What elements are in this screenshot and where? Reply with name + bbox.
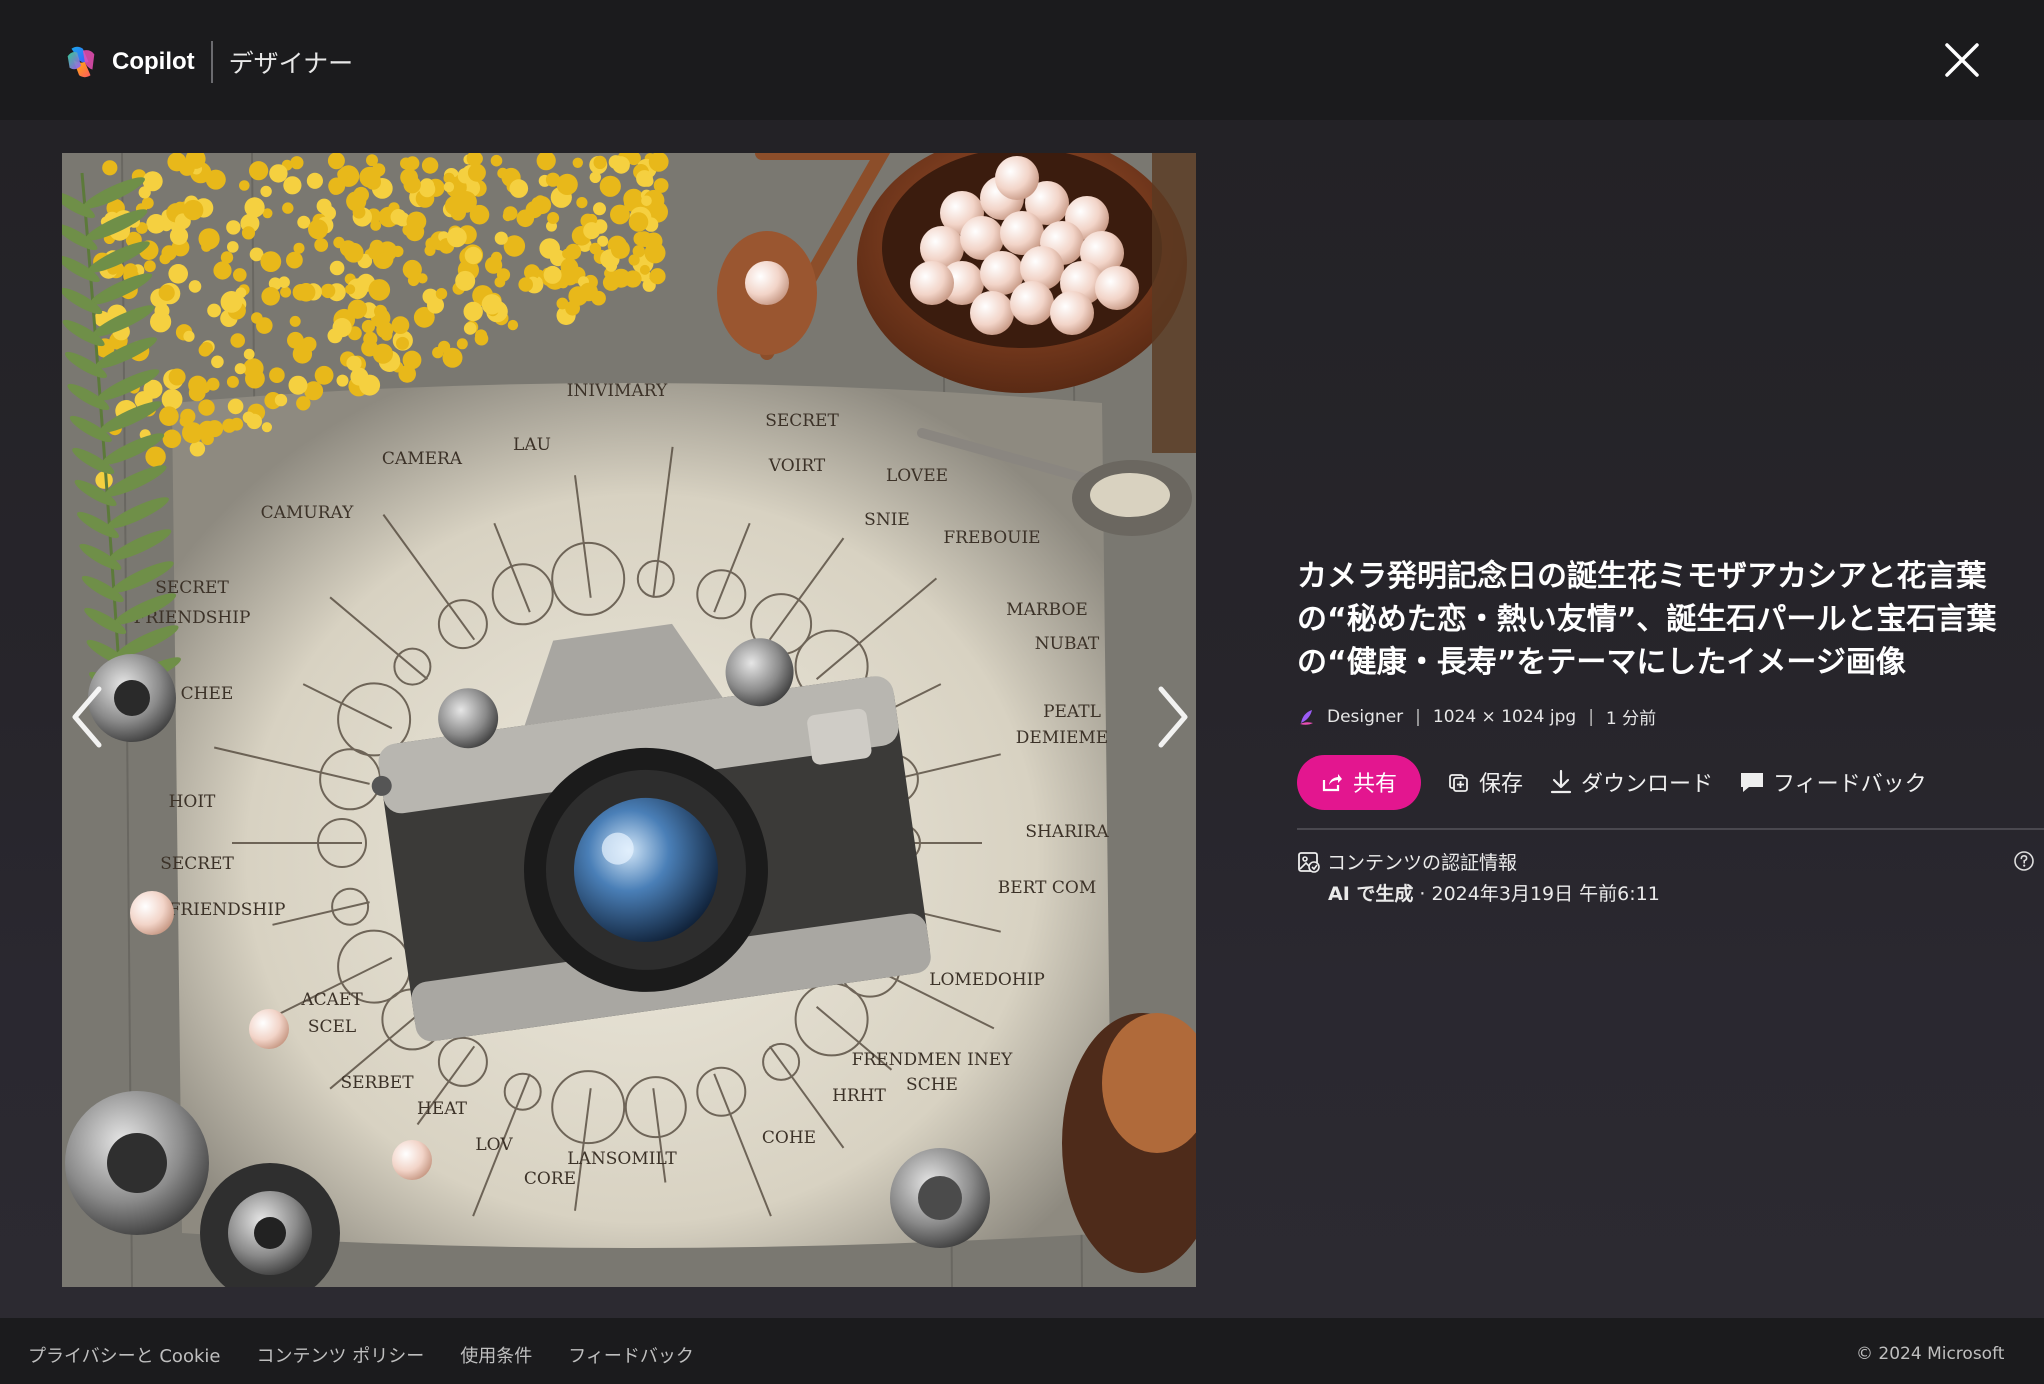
image-info-panel: カメラ発明記念日の誕生花ミモザアカシアと花言葉の“秘めた恋・熱い友情”、誕生石パ… — [1297, 555, 2044, 906]
art-word: LAU — [513, 435, 551, 455]
copilot-logo-icon — [67, 46, 95, 78]
art-word: CAMERA — [382, 449, 463, 469]
brand[interactable]: Copilot デザイナー — [62, 41, 354, 83]
copyright: © 2024 Microsoft — [1856, 1344, 2005, 1364]
art-word: HOIT — [169, 792, 216, 812]
credentials-label: コンテンツの認証情報 — [1327, 852, 1518, 874]
download-button[interactable]: ダウンロード — [1549, 766, 1713, 798]
save-button[interactable]: 保存 — [1447, 766, 1523, 798]
art-word: SHARIRA — [1025, 822, 1109, 842]
ai-generated-label: AI で生成 — [1328, 883, 1414, 905]
chevron-right-icon — [1158, 686, 1188, 748]
art-word: COHE — [762, 1128, 816, 1148]
art-word: SCEL — [308, 1017, 356, 1037]
designer-viewer: Copilot デザイナー INIVIMARY SECRET LAU CAMER… — [0, 0, 2044, 1384]
share-icon — [1322, 774, 1342, 792]
art-word: SECRET — [160, 854, 234, 874]
meta-separator: | — [1588, 706, 1594, 727]
brand-divider — [210, 41, 213, 83]
feedback-label: フィードバック — [1773, 772, 1927, 797]
generated-image[interactable]: INIVIMARY SECRET LAU CAMERA VOIRT LOVEE CAMURA… — [62, 153, 1196, 1287]
footer-links: プライバシーと Cookie コンテンツ ポリシー 使用条件 フィードバック — [28, 1342, 730, 1368]
share-label: 共有 — [1352, 772, 1397, 797]
image-meta: Designer | 1024 × 1024 jpg | 1 分前 — [1297, 704, 2017, 729]
art-word: INIVIMARY — [567, 381, 668, 401]
art-word: HRHT — [832, 1086, 886, 1106]
art-word: ACAET — [300, 990, 363, 1010]
feedback-button[interactable]: フィードバック — [1739, 766, 1927, 798]
art-word: CHEE — [181, 684, 234, 704]
credentials-date: · 2024年3月19日 午前6:11 — [1413, 883, 1660, 905]
close-button[interactable] — [1942, 40, 1982, 80]
previous-image-button[interactable] — [62, 682, 112, 752]
art-word: VOIRT — [768, 456, 826, 476]
share-button[interactable]: 共有 — [1297, 754, 1421, 810]
art-word: LOV — [475, 1135, 513, 1155]
section-name: デザイナー — [228, 49, 354, 78]
art-word: FRIENDSHIP — [169, 900, 286, 920]
footer-link[interactable]: プライバシーと Cookie — [28, 1342, 220, 1368]
save-label: 保存 — [1479, 772, 1524, 797]
footer-link[interactable]: コンテンツ ポリシー — [256, 1342, 424, 1368]
art-word: CORE — [524, 1169, 576, 1189]
art-word: BERT COM — [998, 878, 1097, 898]
art-word: MARBOE — [1006, 600, 1088, 620]
art-word: FRENDMEN INEY — [852, 1050, 1014, 1070]
help-icon[interactable] — [2013, 850, 2035, 872]
download-icon — [1550, 769, 1572, 794]
feedback-icon — [1741, 773, 1764, 792]
chevron-left-icon — [72, 686, 102, 748]
art-word: SERBET — [340, 1073, 414, 1093]
close-icon — [1945, 43, 1979, 77]
meta-separator: | — [1415, 706, 1421, 727]
art-word: CAMURAY — [261, 503, 354, 523]
art-word: NUBAT — [1035, 634, 1100, 654]
content-credentials: コンテンツの認証情報 AI で生成 · 2024年3月19日 午前6:11 — [1297, 848, 2044, 906]
designer-icon — [1300, 709, 1313, 725]
action-bar: 共有 保存 ダウンロード フィードバック — [1297, 754, 2017, 810]
art-word: SECRET — [765, 411, 839, 431]
art-word: SCHE — [906, 1075, 958, 1095]
next-image-button[interactable] — [1148, 682, 1198, 752]
art-word: LOMEDOHIP — [929, 970, 1045, 990]
footer-link[interactable]: フィードバック — [568, 1342, 694, 1368]
meta-dimensions: 1024 × 1024 jpg — [1432, 706, 1577, 727]
credentials-detail: AI で生成 · 2024年3月19日 午前6:11 — [1328, 879, 2044, 906]
download-label: ダウンロード — [1581, 772, 1714, 797]
brand-name: Copilot — [112, 48, 195, 75]
art-word: SNIE — [864, 510, 910, 530]
meta-age: 1 分前 — [1605, 709, 1657, 729]
art-word: HEAT — [417, 1099, 468, 1119]
art-word: LANSOMILT — [567, 1149, 677, 1169]
content-credentials-icon — [1298, 851, 1320, 873]
meta-app: Designer — [1327, 706, 1404, 727]
art-word: LOVEE — [886, 466, 948, 486]
image-title: カメラ発明記念日の誕生花ミモザアカシアと花言葉の“秘めた恋・熱い友情”、誕生石パ… — [1297, 559, 1997, 680]
save-to-collection-icon — [1449, 774, 1468, 792]
art-word: DEMIEME — [1016, 728, 1108, 748]
divider — [1297, 828, 2044, 830]
image-artwork: INIVIMARY SECRET LAU CAMERA VOIRT LOVEE CAMURA… — [62, 153, 1196, 1287]
art-word: PEATL — [1043, 702, 1101, 722]
footer: プライバシーと Cookie コンテンツ ポリシー 使用条件 フィードバック © 20… — [0, 1318, 2044, 1384]
footer-link[interactable]: 使用条件 — [460, 1342, 532, 1368]
art-word: FREBOUIE — [943, 528, 1040, 548]
header-bar: Copilot デザイナー — [0, 0, 2044, 120]
